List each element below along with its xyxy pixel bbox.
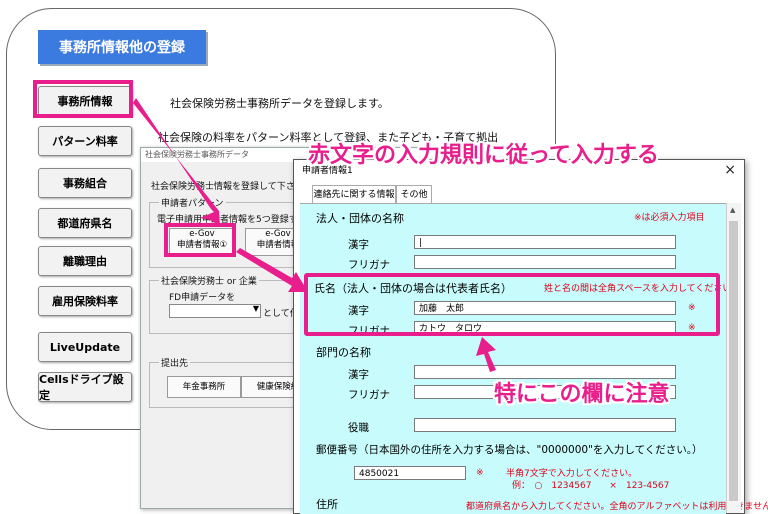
arrow-to-name-box: [476, 337, 496, 372]
annotation-arrows: [133, 98, 496, 372]
callout-input-rules: 赤文字の入力規則に従って入力する: [308, 143, 659, 168]
arrow-to-egov-button: [133, 98, 220, 226]
arrow-to-name-field: [236, 248, 308, 292]
callout-attention: 特にこの欄に注意: [494, 382, 670, 407]
